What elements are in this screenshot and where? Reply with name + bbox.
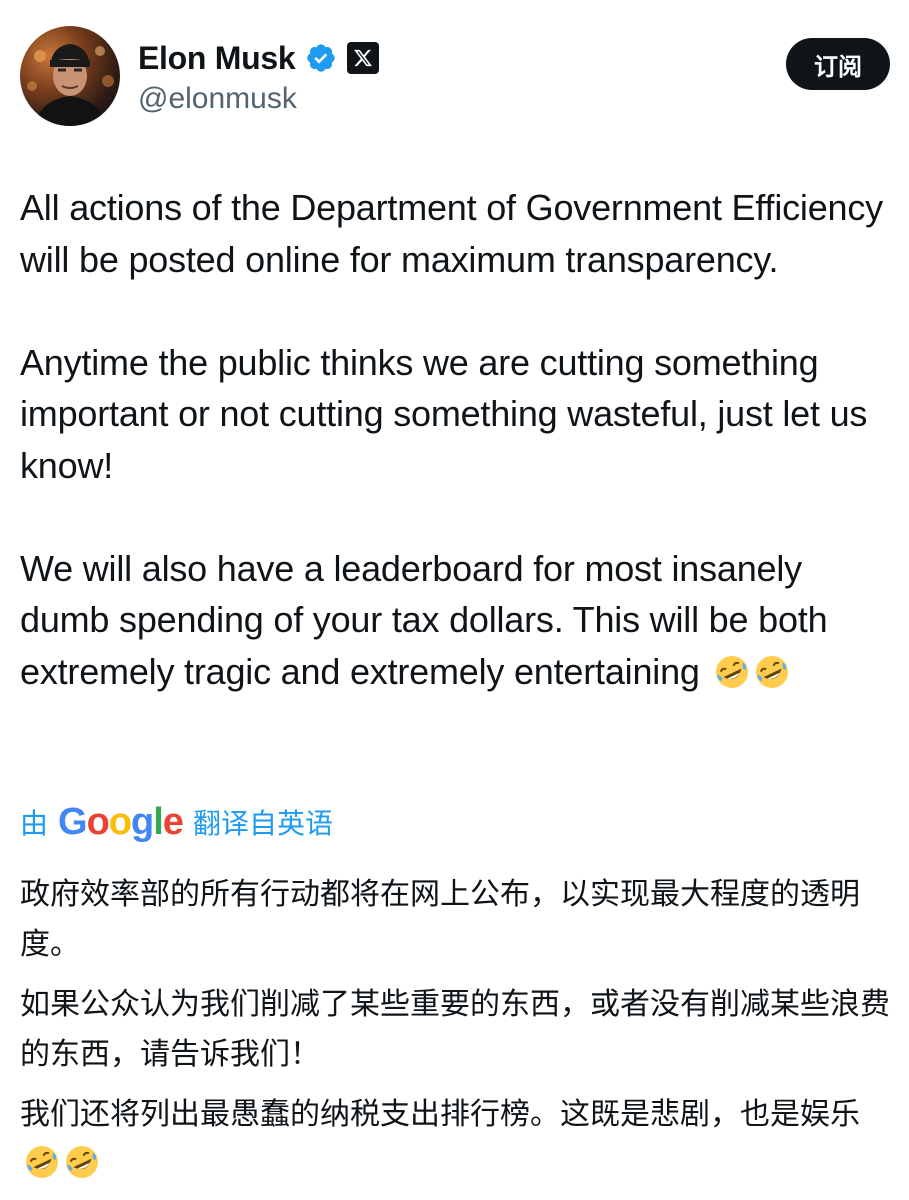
translated-paragraph: 如果公众认为我们削减了某些重要的东西，或者没有削减某些浪费的东西，请告诉我们！ bbox=[20, 987, 890, 1072]
rolling-on-floor-laughing-emoji-icon bbox=[66, 1146, 98, 1178]
translate-prefix: 由 bbox=[20, 807, 49, 840]
author-name-row: Elon Musk bbox=[138, 36, 380, 80]
author-handle[interactable]: @elonmusk bbox=[138, 82, 297, 116]
tweet-paragraph-text: We will also have a leaderboard for most… bbox=[20, 547, 828, 692]
translated-paragraph-text: 我们还将列出最愚蠢的纳税支出排行榜。这既是悲剧，也是娱乐 bbox=[20, 1097, 860, 1132]
translated-text: 政府效率部的所有行动都将在网上公布，以实现最大程度的透明度。 如果公众认为我们削… bbox=[20, 870, 890, 1200]
tweet-paragraph-last: We will also have a leaderboard for most… bbox=[20, 543, 895, 698]
x-logo-icon[interactable] bbox=[347, 42, 380, 74]
tweet-header: Elon Musk @elonmusk 订阅 bbox=[20, 26, 890, 126]
tweet-paragraph: Anytime the public thinks we are cutting… bbox=[20, 341, 868, 486]
display-name[interactable]: Elon Musk bbox=[138, 40, 296, 77]
tweet-paragraph: All actions of the Department of Governm… bbox=[20, 187, 883, 280]
tweet-text: All actions of the Department of Governm… bbox=[20, 182, 895, 697]
translated-paragraph: 政府效率部的所有行动都将在网上公布，以实现最大程度的透明度。 bbox=[20, 877, 860, 962]
rolling-on-floor-laughing-emoji-icon bbox=[715, 655, 748, 688]
rolling-on-floor-laughing-emoji-icon bbox=[755, 655, 788, 688]
translate-suffix: 翻译自英语 bbox=[192, 807, 333, 840]
verified-badge-icon[interactable] bbox=[305, 42, 337, 74]
subscribe-button[interactable]: 订阅 bbox=[786, 38, 890, 90]
google-logo: Google bbox=[58, 800, 184, 843]
translated-by-google-link[interactable]: 由 Google 翻译自英语 bbox=[20, 800, 333, 844]
avatar[interactable] bbox=[20, 26, 120, 126]
translated-paragraph-last: 我们还将列出最愚蠢的纳税支出排行榜。这既是悲剧，也是娱乐 bbox=[20, 1090, 890, 1190]
rolling-on-floor-laughing-emoji-icon bbox=[26, 1146, 58, 1178]
